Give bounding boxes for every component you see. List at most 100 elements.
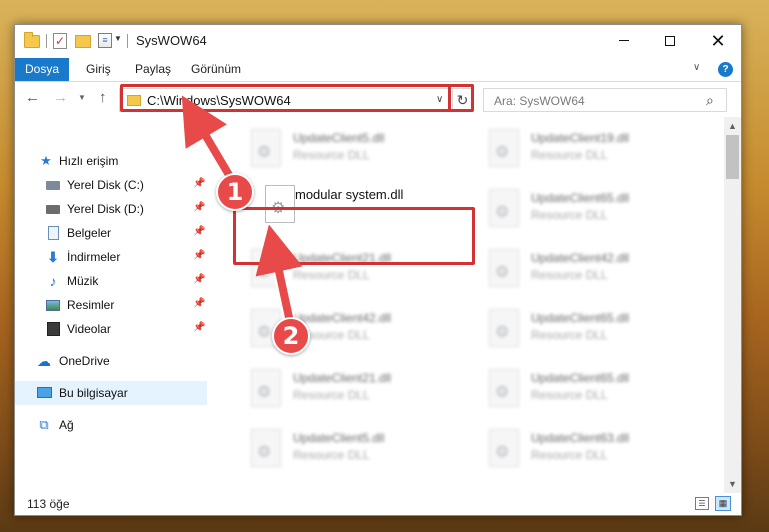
dll-file-icon — [251, 369, 281, 407]
file-name: UpdateClient19.dll — [531, 131, 630, 145]
file-name: modular system.dll — [295, 187, 404, 202]
file-name: UpdateClient5.dll — [293, 131, 385, 145]
file-name: UpdateClient63.dll — [531, 431, 630, 445]
large-icons-view-icon[interactable]: ▦ — [715, 496, 731, 511]
search-icon[interactable]: ⌕ — [706, 92, 714, 109]
file-type: Resource DLL — [531, 388, 608, 402]
ribbon-tabs: Dosya Giriş Paylaş Görünüm ∨ ? — [15, 58, 741, 82]
quick-access-dropdown-icon[interactable]: ▼ — [114, 34, 122, 52]
sidebar-item-local-disk-d[interactable]: Yerel Disk (D:) 📌 — [15, 197, 207, 221]
forward-arrow-icon[interactable]: → — [53, 89, 68, 106]
tab-view[interactable]: Görünüm — [191, 58, 241, 81]
file-item[interactable]: UpdateClient21.dll Resource DLL — [227, 363, 457, 419]
minimize-icon — [619, 40, 629, 42]
sidebar-item-label: OneDrive — [59, 354, 110, 368]
pin-icon[interactable]: 📌 — [193, 322, 205, 333]
file-type: Resource DLL — [531, 448, 608, 462]
file-name: UpdateClient65.dll — [531, 191, 630, 205]
file-type: Resource DLL — [293, 388, 370, 402]
file-name: UpdateClient42.dll — [293, 311, 392, 325]
sidebar-item-onedrive[interactable]: ☁ OneDrive — [15, 349, 207, 373]
dll-file-icon — [489, 249, 519, 287]
scrollbar-thumb[interactable] — [726, 135, 739, 179]
dll-file-icon — [251, 129, 281, 167]
file-type: Resource DLL — [531, 268, 608, 282]
sidebar-item-this-pc[interactable]: Bu bilgisayar — [15, 381, 207, 405]
file-item[interactable]: UpdateClient63.dll Resource DLL — [465, 423, 695, 479]
back-arrow-icon[interactable]: ← — [25, 89, 40, 106]
step-2-badge: 2 — [272, 317, 310, 355]
file-item[interactable]: UpdateClient65.dll Resource DLL — [465, 363, 695, 419]
close-icon: ✕ — [710, 31, 726, 51]
file-name: UpdateClient65.dll — [531, 371, 630, 385]
new-folder-icon[interactable] — [75, 35, 91, 48]
file-item[interactable]: UpdateClient42.dll Resource DLL — [465, 243, 695, 299]
maximize-button[interactable] — [647, 25, 693, 57]
file-type: Resource DLL — [531, 148, 608, 162]
sidebar-item-network[interactable]: ⧉ Ağ — [15, 413, 207, 437]
expand-ribbon-chevron-icon[interactable]: ∨ — [693, 62, 700, 73]
pin-icon[interactable]: 📌 — [193, 250, 205, 261]
navigation-pane: ★ Hızlı erişim Yerel Disk (C:) 📌 Yerel D… — [15, 117, 207, 493]
search-input[interactable]: Ara: SysWOW64 — [494, 94, 585, 108]
pin-icon[interactable]: 📌 — [193, 274, 205, 285]
toolbar-separator — [46, 34, 47, 48]
sidebar-item-label: Resimler — [67, 298, 115, 312]
dll-file-icon — [489, 189, 519, 227]
tab-share[interactable]: Paylaş — [135, 58, 171, 81]
dll-file-icon — [489, 129, 519, 167]
file-item[interactable]: UpdateClient5.dll Resource DLL — [227, 123, 457, 179]
sidebar-item-pictures[interactable]: Resimler 📌 — [15, 293, 207, 317]
dll-file-icon — [489, 309, 519, 347]
sidebar-item-label: Ağ — [59, 418, 74, 432]
sidebar-item-local-disk-c[interactable]: Yerel Disk (C:) 📌 — [15, 173, 207, 197]
tab-file[interactable]: Dosya — [15, 58, 69, 81]
recent-locations-icon[interactable]: ▼ — [78, 93, 86, 102]
document-icon — [48, 226, 59, 240]
sidebar-item-music[interactable]: ♪ Müzik 📌 — [15, 269, 207, 293]
file-explorer-window: ✓ ≡ ▼ SysWOW64 ✕ Dosya Giriş Paylaş Görü… — [14, 24, 742, 516]
sidebar-item-label: İndirmeler — [67, 250, 121, 264]
file-item[interactable]: UpdateClient65.dll Resource DLL — [465, 303, 695, 359]
file-item[interactable]: UpdateClient42.dll Resource DLL — [227, 303, 457, 359]
scroll-up-icon[interactable]: ▲ — [728, 121, 737, 131]
sidebar-item-documents[interactable]: Belgeler 📌 — [15, 221, 207, 245]
file-name: UpdateClient65.dll — [531, 311, 630, 325]
customize-toolbar-icon[interactable]: ≡ — [98, 33, 112, 48]
tab-home[interactable]: Giriş — [86, 58, 111, 81]
sidebar-item-label: Yerel Disk (D:) — [67, 202, 144, 216]
sidebar-item-label: Hızlı erişim — [59, 154, 119, 168]
file-item[interactable]: UpdateClient19.dll Resource DLL — [465, 123, 695, 179]
properties-check-icon[interactable]: ✓ — [53, 33, 67, 49]
sidebar-item-quick-access[interactable]: ★ Hızlı erişim — [15, 149, 207, 173]
file-item[interactable]: UpdateClient5.dll Resource DLL — [227, 423, 457, 479]
file-list: UpdateClient5.dll Resource DLL modular s… — [215, 117, 723, 493]
search-box[interactable]: Ara: SysWOW64 ⌕ — [483, 88, 727, 112]
file-type: Resource DLL — [531, 208, 608, 222]
vertical-scrollbar[interactable]: ▲ ▼ — [724, 117, 741, 493]
help-button[interactable]: ? — [718, 62, 733, 77]
scroll-down-icon[interactable]: ▼ — [728, 479, 737, 489]
pin-icon[interactable]: 📌 — [193, 202, 205, 213]
sidebar-item-downloads[interactable]: ⬇ İndirmeler 📌 — [15, 245, 207, 269]
pin-icon[interactable]: 📌 — [193, 298, 205, 309]
pin-icon[interactable]: 📌 — [193, 178, 205, 189]
sidebar-item-label: Müzik — [67, 274, 99, 288]
file-item[interactable]: UpdateClient65.dll Resource DLL — [465, 183, 695, 239]
drive-icon — [46, 205, 60, 214]
sidebar-item-label: Bu bilgisayar — [59, 386, 128, 400]
pictures-icon — [46, 300, 60, 311]
up-arrow-icon[interactable]: ↑ — [99, 89, 107, 106]
sidebar-item-label: Belgeler — [67, 226, 112, 240]
close-button[interactable]: ✕ — [695, 25, 741, 57]
sidebar-item-label: Videolar — [67, 322, 111, 336]
dll-file-icon — [251, 429, 281, 467]
status-bar: 113 öğe ☰ ▦ — [15, 493, 741, 515]
minimize-button[interactable] — [601, 25, 647, 57]
music-icon: ♪ — [49, 273, 57, 289]
sidebar-item-videos[interactable]: Videolar 📌 — [15, 317, 207, 341]
window-title: SysWOW64 — [136, 33, 207, 48]
dll-file-icon — [489, 429, 519, 467]
pin-icon[interactable]: 📌 — [193, 226, 205, 237]
details-view-icon[interactable]: ☰ — [695, 497, 709, 510]
